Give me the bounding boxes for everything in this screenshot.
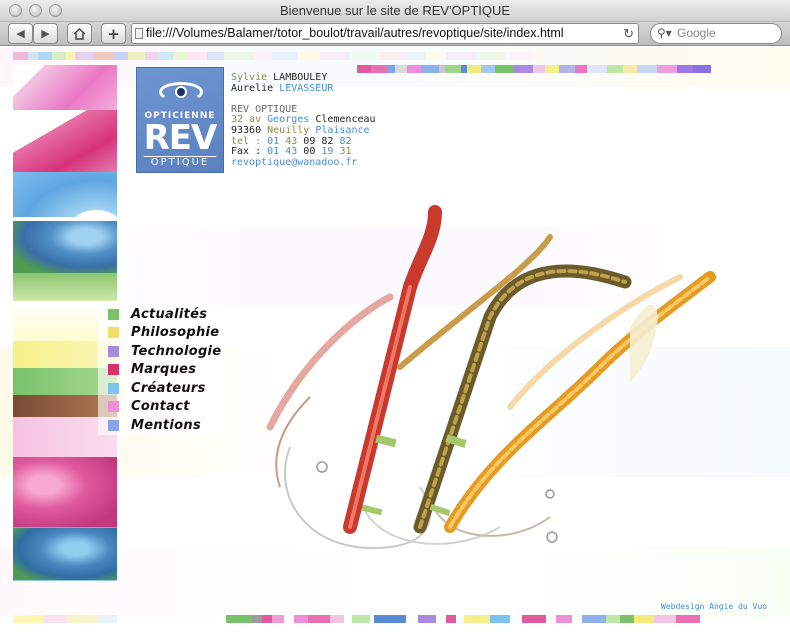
decorative-tile (13, 172, 117, 217)
nav-item-actualites[interactable]: Actualités (98, 305, 225, 324)
nav-item-contact[interactable]: Contact (98, 397, 225, 416)
address-street-1: Georges (267, 114, 310, 126)
nav-color-swatch (108, 345, 119, 357)
bottom-color-stripe (226, 615, 700, 623)
home-icon (73, 27, 86, 40)
rev-optique-logo[interactable]: OPTICIENNE REV OPTIQUE (136, 67, 224, 173)
nav-color-swatch (108, 327, 119, 339)
nav-item-createurs[interactable]: Créateurs (98, 379, 225, 398)
address-street-2: Clemenceau (315, 114, 376, 126)
address-city-1: Neuilly (267, 124, 310, 136)
nav-item-technologie[interactable]: Technologie (98, 342, 225, 361)
email-link[interactable]: revoptique@wanadoo.fr (231, 157, 357, 168)
fax-part: 00 (303, 146, 316, 158)
company-name: REV OPTIQUE (231, 103, 298, 115)
nav-label: Philosophie (131, 325, 220, 341)
bottom-color-stripe (13, 615, 117, 623)
back-button[interactable]: ◀ (8, 23, 33, 44)
decorative-tile (13, 528, 117, 580)
fax-part: 19 (321, 146, 334, 158)
fax-part: 43 (285, 146, 298, 158)
decorative-tile (13, 110, 117, 172)
nav-color-swatch (108, 401, 119, 413)
nav-item-mentions[interactable]: Mentions (98, 416, 225, 435)
address-city-2: Plaisance (315, 124, 370, 136)
nav-label: Technologie (131, 343, 222, 359)
nav-item-marques[interactable]: Marques (98, 360, 225, 379)
fax-part: 01 (267, 146, 280, 158)
nav-color-swatch (108, 364, 119, 376)
nav-color-swatch (108, 419, 119, 431)
tel-part: 82 (321, 135, 334, 147)
address-bar[interactable]: file:///Volumes/Balamer/totor_boulot/tra… (131, 23, 639, 44)
tel-part: 01 (267, 135, 280, 147)
nav-label: Marques (131, 362, 197, 378)
decorative-tile (13, 221, 117, 273)
back-arrow-icon: ◀ (16, 27, 25, 40)
nav-label: Mentions (131, 417, 202, 433)
home-button[interactable] (67, 23, 92, 44)
forward-button[interactable]: ▶ (33, 23, 58, 44)
add-bookmark-button[interactable]: + (101, 23, 126, 44)
nav-color-swatch (108, 308, 119, 320)
title-bar: Bienvenue sur le site de REV'OPTIQUE (0, 0, 790, 22)
nav-label: Actualités (131, 306, 208, 322)
decorative-tile (13, 273, 117, 301)
decorative-tile (13, 457, 117, 527)
browser-toolbar: ◀ ▶ + file:///Volumes/Balamer/totor_boul… (0, 22, 790, 46)
nav-label: Contact (131, 399, 190, 415)
name2-last: LEVASSEUR (279, 82, 334, 94)
file-icon (135, 28, 143, 39)
main-navigation: Actualités Philosophie Technologie Marqu… (98, 305, 225, 435)
forward-arrow-icon: ▶ (41, 27, 50, 40)
search-input[interactable]: ⚲▾ Google (650, 23, 782, 44)
browser-window: Bienvenue sur le site de REV'OPTIQUE ◀ ▶… (0, 0, 790, 643)
contact-info: Sylvie LAMBOULEY Aurelie LEVASSEUR REV O… (231, 72, 376, 168)
webdesign-credit[interactable]: Webdesign Angie du Vuo (661, 602, 767, 611)
url-text: file:///Volumes/Balamer/totor_boulot/tra… (146, 26, 564, 40)
name1-last: LAMBOULEY (273, 72, 328, 83)
tel-part: 09 (303, 135, 316, 147)
nav-label: Créateurs (131, 380, 206, 396)
eyeglasses-photo (266, 205, 716, 550)
tel-part: 82 (339, 135, 352, 147)
window-title: Bienvenue sur le site de REV'OPTIQUE (279, 3, 511, 18)
reload-icon[interactable]: ↻ (623, 24, 634, 43)
name1-first: Sylvie (231, 72, 268, 83)
nav-item-philosophie[interactable]: Philosophie (98, 323, 225, 342)
address-zip: 93360 (231, 124, 262, 136)
header-color-stripe (357, 65, 711, 73)
web-page: OPTICIENNE REV OPTIQUE Sylvie LAMBOULEY … (0, 47, 790, 643)
nav-color-swatch (108, 382, 119, 394)
name2-first: Aurelie (231, 82, 274, 94)
address-number: 32 av (231, 114, 262, 126)
tel-part: 43 (285, 135, 298, 147)
tel-label: tel : (231, 135, 262, 147)
pupil-icon (175, 86, 187, 98)
top-color-stripe (230, 52, 534, 60)
logo-main-text: REV (143, 118, 218, 158)
top-color-stripe (13, 52, 250, 60)
search-placeholder: Google (677, 26, 716, 40)
logo-bottom-text: OPTIQUE (143, 156, 217, 168)
fax-label: Fax : (231, 146, 262, 158)
fax-part: 31 (339, 146, 352, 158)
plus-icon: + (107, 24, 120, 43)
search-icon: ⚲▾ (657, 26, 672, 40)
